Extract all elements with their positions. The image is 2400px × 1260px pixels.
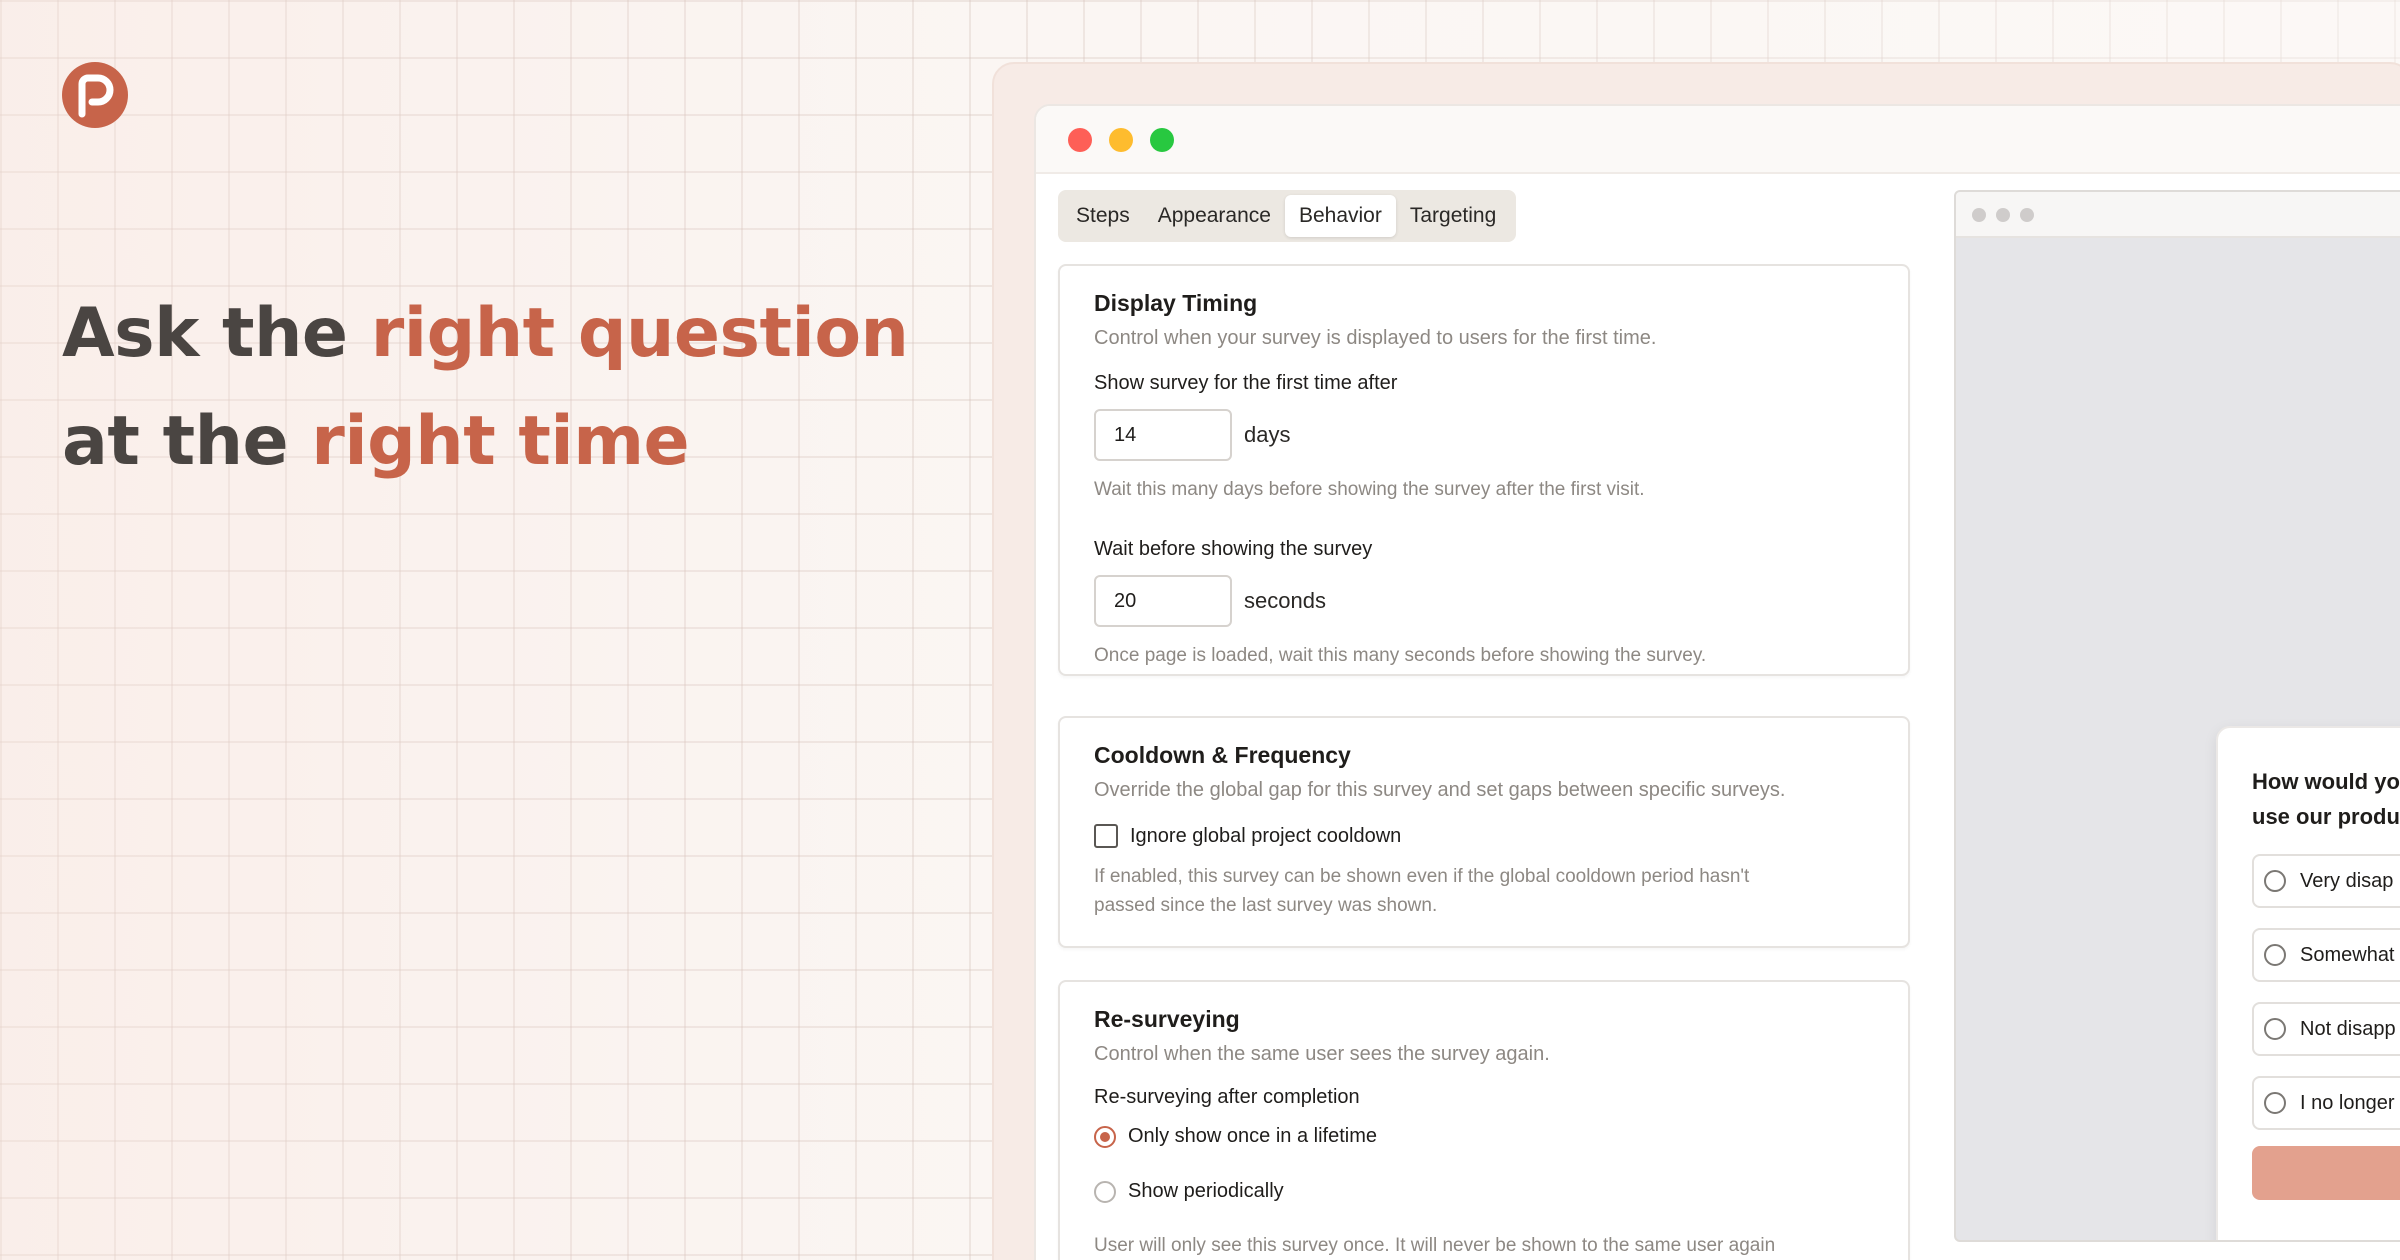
survey-option-label: I no longer [2300,1091,2395,1114]
resurveying-card: Re-surveying Control when the same user … [1058,980,1910,1260]
first-time-label: Show survey for the first time after [1094,372,1398,394]
survey-preview-pane: How would yo use our produ Very disap So… [1954,190,2400,1242]
card-title: Display Timing [1094,290,1258,316]
ignore-cooldown-option[interactable]: Ignore global project cooldown [1094,824,1874,848]
tab-appearance[interactable]: Appearance [1144,195,1285,237]
hero-headline: Ask the right question at the right time [62,280,909,496]
tab-targeting[interactable]: Targeting [1396,195,1510,237]
card-description: Override the global gap for this survey … [1094,779,1786,801]
option-label: Show periodically [1128,1180,1284,1202]
option-label: Only show once in a lifetime [1128,1125,1378,1147]
headline-text: Ask the [62,294,371,373]
preview-dot-icon [2020,208,2034,222]
close-window-button[interactable] [1068,128,1092,152]
survey-option-label: Not disapp [2300,1017,2396,1040]
display-timing-card: Display Timing Control when your survey … [1058,264,1910,676]
preview-dot-icon [1996,208,2010,222]
survey-option[interactable]: Very disap [2252,854,2400,908]
preview-browser-bar [1956,192,2400,238]
window-titlebar [1036,106,2400,174]
survey-question-line: How would yo [2252,769,2400,794]
cooldown-card: Cooldown & Frequency Override the global… [1058,716,1910,948]
zoom-window-button[interactable] [1150,128,1174,152]
radio-icon [2264,870,2286,892]
radio-show-once[interactable] [1094,1125,1116,1148]
radio-icon [2264,944,2286,966]
survey-popup-preview: How would yo use our produ Very disap So… [2216,726,2400,1240]
cooldown-hint-line: If enabled, this survey can be shown eve… [1094,866,1750,887]
survey-question-line: use our produ [2252,804,2400,829]
survey-question: How would yo use our produ [2252,764,2400,834]
headline-line-1: Ask the right question [62,280,909,388]
settings-tabs: Steps Appearance Behavior Targeting [1058,190,1516,242]
card-description: Control when the same user sees the surv… [1094,1043,1550,1065]
survey-option[interactable]: Somewhat [2252,928,2400,982]
radio-show-periodically[interactable] [1094,1180,1116,1203]
app-window: Steps Appearance Behavior Targeting Disp… [1034,104,2400,1260]
survey-submit-button[interactable] [2252,1146,2400,1200]
radio-icon [2264,1092,2286,1114]
survey-option[interactable]: I no longer [2252,1076,2400,1130]
ignore-cooldown-checkbox[interactable] [1094,824,1118,848]
preview-dot-icon [1972,208,1986,222]
card-title: Cooldown & Frequency [1094,742,1351,768]
wait-seconds-input[interactable] [1094,575,1232,627]
survey-option-label: Somewhat [2300,943,2395,966]
survey-option-label: Very disap [2300,869,2394,892]
headline-accent: right question [370,294,909,373]
wait-hint: Once page is loaded, wait this many seco… [1094,645,1707,666]
tab-steps[interactable]: Steps [1062,195,1144,237]
seconds-unit-label: seconds [1244,588,1326,613]
survey-option[interactable]: Not disapp [2252,1002,2400,1056]
first-time-days-input[interactable] [1094,409,1232,461]
cooldown-hint-line: passed since the last survey was shown. [1094,895,1438,916]
option-show-once[interactable]: Only show once in a lifetime [1094,1125,1874,1148]
card-title: Re-surveying [1094,1006,1240,1032]
days-unit-label: days [1244,422,1291,447]
tab-behavior[interactable]: Behavior [1284,195,1396,237]
wait-label: Wait before showing the survey [1094,538,1373,560]
minimize-window-button[interactable] [1109,128,1133,152]
logo-icon [62,62,128,128]
radio-icon [2264,1018,2286,1040]
cooldown-hint: If enabled, this survey can be shown eve… [1094,862,1874,920]
resurvey-after-label: Re-surveying after completion [1094,1086,1360,1108]
ignore-cooldown-label: Ignore global project cooldown [1130,824,1402,847]
headline-text: at the [62,402,312,481]
headline-accent: right time [311,402,690,481]
option-show-periodically[interactable]: Show periodically [1094,1180,1874,1203]
card-description: Control when your survey is displayed to… [1094,327,1657,349]
first-time-hint: Wait this many days before showing the s… [1094,479,1645,500]
resurvey-hint: User will only see this survey once. It … [1094,1235,1776,1256]
headline-line-2: at the right time [62,388,908,496]
